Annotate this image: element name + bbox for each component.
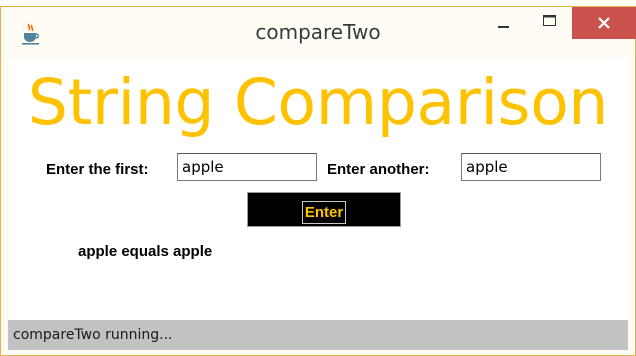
minimize-icon <box>498 26 509 28</box>
another-label: Enter another: <box>327 161 430 178</box>
page-heading: String Comparison <box>27 66 609 139</box>
first-label: Enter the first: <box>46 161 149 178</box>
status-text: compareTwo running... <box>13 327 173 343</box>
title-bar[interactable]: compareTwo <box>1 7 636 59</box>
app-window: compareTwo String Comparison Enter the f… <box>0 6 636 356</box>
minimize-button[interactable] <box>481 7 527 39</box>
maximize-icon <box>543 15 556 26</box>
enter-button[interactable]: Enter <box>247 192 401 227</box>
close-icon <box>598 17 610 29</box>
first-string-input[interactable] <box>177 153 317 181</box>
another-string-input[interactable] <box>461 153 601 181</box>
status-bar: compareTwo running... <box>8 320 628 350</box>
close-button[interactable] <box>572 7 636 39</box>
maximize-button[interactable] <box>527 7 573 39</box>
enter-button-label: Enter <box>301 200 347 224</box>
content-panel: String Comparison Enter the first: Enter… <box>8 59 628 349</box>
comparison-result: apple equals apple <box>78 243 213 260</box>
